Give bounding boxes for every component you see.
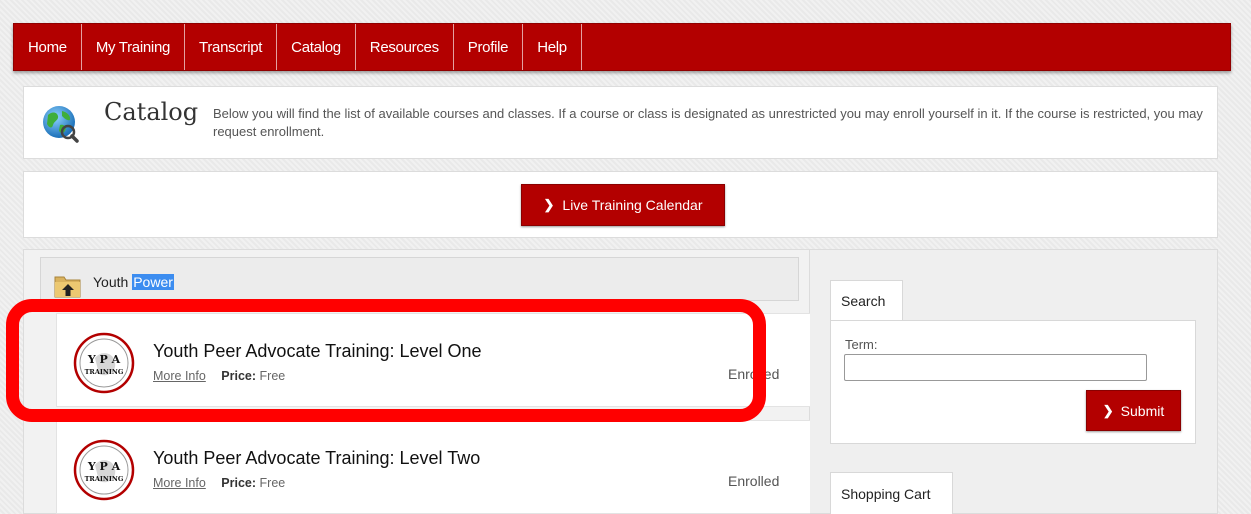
enrollment-status: Enrolled <box>728 473 780 489</box>
logo-text-bottom: TRAINING <box>85 368 124 376</box>
folder-label-text: Youth <box>93 274 133 290</box>
more-info-link[interactable]: More Info <box>153 476 206 490</box>
nav-home[interactable]: Home <box>14 24 82 70</box>
catalog-header-panel: Catalog Below you will find the list of … <box>23 86 1218 159</box>
term-label: Term: <box>845 337 878 352</box>
live-training-calendar-button[interactable]: ❯ Live Training Calendar <box>521 184 725 226</box>
nav-transcript[interactable]: Transcript <box>185 24 278 70</box>
search-term-input[interactable] <box>844 354 1147 381</box>
tab-shopping-cart[interactable]: Shopping Cart <box>830 472 953 514</box>
search-panel: Term: ❯ Submit <box>830 320 1196 444</box>
calendar-button-label: Live Training Calendar <box>562 197 703 213</box>
price-value: Free <box>259 369 286 383</box>
price-value: Free <box>259 476 286 490</box>
sidebar-column: Search Term: ❯ Submit Shopping Cart <box>810 249 1218 514</box>
price-label: Price: <box>221 369 257 383</box>
page-title: Catalog <box>104 98 199 126</box>
nav-resources[interactable]: Resources <box>356 24 454 70</box>
submit-button-label: Submit <box>1120 402 1165 419</box>
ypa-training-logo: Y P A TRAINING <box>73 332 135 394</box>
logo-text-top: Y P A <box>87 460 121 473</box>
price-label: Price: <box>221 476 257 490</box>
chevron-right-icon: ❯ <box>1102 402 1114 418</box>
folder-up-icon <box>54 276 81 298</box>
submit-button[interactable]: ❯ Submit <box>1086 390 1181 431</box>
nav-my-training[interactable]: My Training <box>82 24 186 70</box>
course-title[interactable]: Youth Peer Advocate Training: Level Two <box>153 448 480 469</box>
tab-search[interactable]: Search <box>830 280 903 321</box>
folder-breadcrumb[interactable]: Youth Power <box>40 257 799 301</box>
course-item: Y P A TRAINING Youth Peer Advocate Train… <box>56 313 814 407</box>
course-meta: More Info Price: Free <box>153 369 285 383</box>
nav-help[interactable]: Help <box>523 24 582 70</box>
course-list-column: Youth Power Y P A TRAINING Youth Peer Ad… <box>23 249 814 514</box>
course-title[interactable]: Youth Peer Advocate Training: Level One <box>153 341 482 362</box>
folder-label: Youth Power <box>93 274 174 290</box>
nav-profile[interactable]: Profile <box>454 24 524 70</box>
chevron-right-icon: ❯ <box>543 197 555 212</box>
ypa-training-logo: Y P A TRAINING <box>73 439 135 501</box>
nav-catalog[interactable]: Catalog <box>277 24 356 70</box>
globe-icon <box>43 106 79 143</box>
calendar-panel: ❯ Live Training Calendar <box>23 171 1218 238</box>
course-item: Y P A TRAINING Youth Peer Advocate Train… <box>56 420 814 514</box>
enrollment-status: Enrolled <box>728 366 780 382</box>
folder-label-selected-text: Power <box>132 274 174 290</box>
logo-text-bottom: TRAINING <box>85 475 124 483</box>
course-meta: More Info Price: Free <box>153 476 285 490</box>
logo-text-top: Y P A <box>87 353 121 366</box>
more-info-link[interactable]: More Info <box>153 369 206 383</box>
main-nav-bar: Home My Training Transcript Catalog Reso… <box>13 23 1231 71</box>
catalog-description: Below you will find the list of availabl… <box>213 106 1203 139</box>
